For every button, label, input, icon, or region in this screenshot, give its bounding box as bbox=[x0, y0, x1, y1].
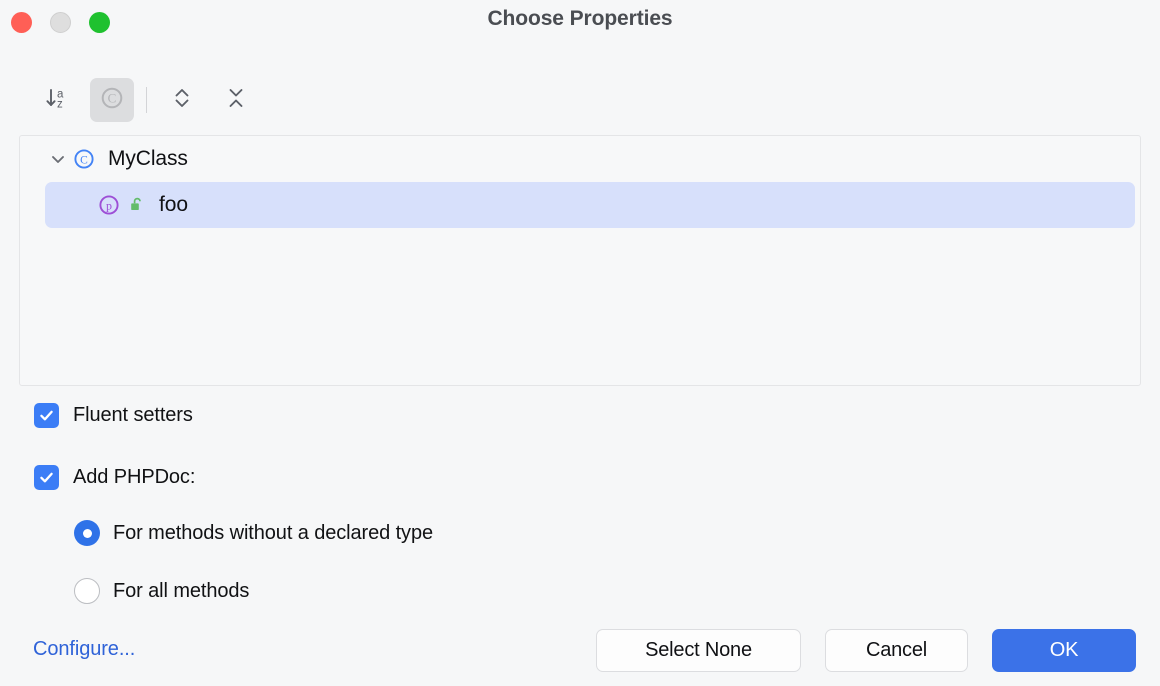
window-title: Choose Properties bbox=[487, 7, 673, 30]
options-section: Fluent setters Add PHPDoc: For methods w… bbox=[34, 400, 834, 606]
ok-button[interactable]: OK bbox=[992, 629, 1136, 672]
title-bar: Choose Properties bbox=[0, 0, 1160, 44]
configure-link[interactable]: Configure... bbox=[33, 638, 135, 661]
class-icon: C bbox=[71, 146, 97, 172]
radio-for-all-methods[interactable] bbox=[74, 578, 100, 604]
fluent-setters-row[interactable]: Fluent setters bbox=[34, 400, 834, 430]
dialog-buttons: Select None Cancel OK bbox=[596, 629, 1136, 672]
add-phpdoc-row[interactable]: Add PHPDoc: bbox=[34, 462, 834, 492]
collapse-all-icon bbox=[222, 84, 250, 117]
sort-az-icon: a z bbox=[44, 84, 72, 117]
sort-alphabetically-button[interactable]: a z bbox=[36, 78, 80, 122]
collapse-all-button[interactable] bbox=[214, 78, 258, 122]
properties-tree[interactable]: C MyClass p foo bbox=[19, 135, 1141, 386]
tree-toolbar: a z C bbox=[36, 78, 258, 122]
expand-all-button[interactable] bbox=[160, 78, 204, 122]
expand-all-icon bbox=[168, 84, 196, 117]
svg-text:z: z bbox=[57, 98, 63, 110]
property-icon: p bbox=[96, 192, 122, 218]
group-by-class-button[interactable]: C bbox=[90, 78, 134, 122]
tree-node-label: MyClass bbox=[108, 147, 188, 170]
svg-text:p: p bbox=[106, 199, 112, 213]
svg-text:C: C bbox=[80, 154, 88, 166]
fluent-setters-checkbox[interactable] bbox=[34, 402, 59, 428]
public-unlocked-icon bbox=[126, 194, 148, 216]
radio-label-for-all-methods: For all methods bbox=[113, 579, 250, 602]
phpdoc-mode-option-without-declared-type[interactable]: For methods without a declared type bbox=[74, 518, 834, 548]
select-none-button[interactable]: Select None bbox=[596, 629, 801, 672]
add-phpdoc-checkbox[interactable] bbox=[34, 464, 59, 490]
tree-node-label: foo bbox=[159, 193, 188, 216]
cancel-button[interactable]: Cancel bbox=[825, 629, 968, 672]
tree-row[interactable]: C MyClass bbox=[20, 136, 1140, 182]
dialog-footer: Configure... Select None Cancel OK bbox=[0, 620, 1160, 686]
svg-text:C: C bbox=[108, 90, 117, 105]
class-circle-icon: C bbox=[98, 84, 126, 117]
radio-for-methods-without-declared-type[interactable] bbox=[74, 520, 100, 546]
radio-label-without-declared-type: For methods without a declared type bbox=[113, 521, 434, 544]
add-phpdoc-label: Add PHPDoc: bbox=[73, 465, 196, 488]
toolbar-separator bbox=[146, 87, 147, 113]
chevron-down-icon[interactable] bbox=[45, 146, 71, 172]
phpdoc-mode-option-all-methods[interactable]: For all methods bbox=[74, 576, 834, 606]
tree-row[interactable]: p foo bbox=[45, 182, 1135, 228]
fluent-setters-label: Fluent setters bbox=[73, 403, 193, 426]
